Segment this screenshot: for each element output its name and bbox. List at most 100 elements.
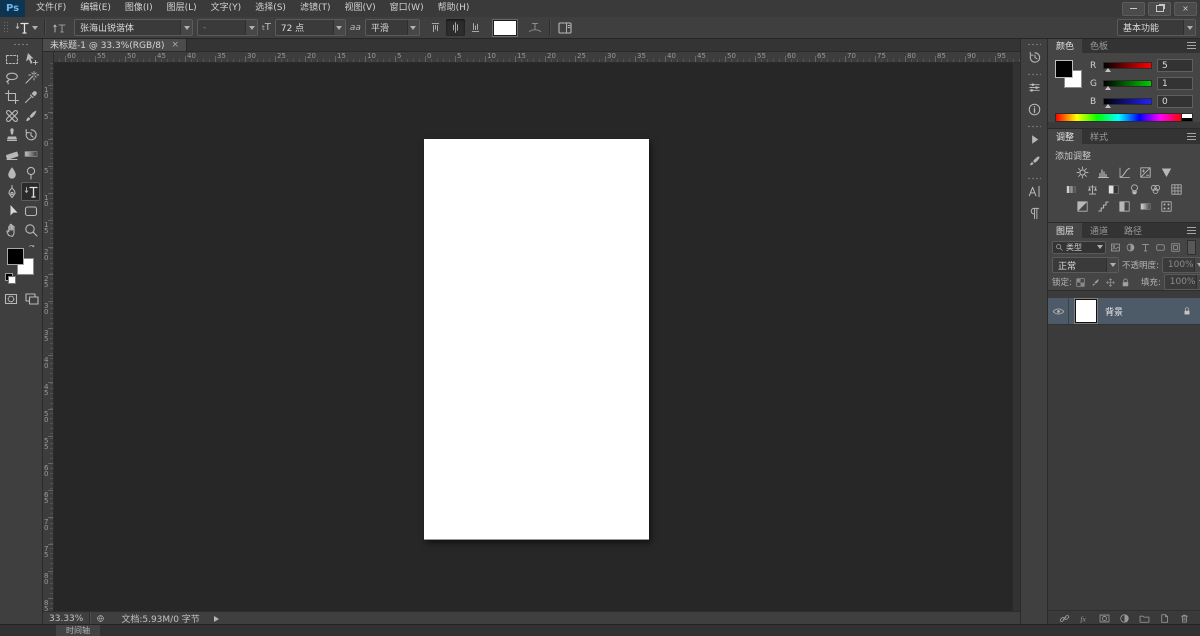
gradient-map-button[interactable]	[1138, 200, 1153, 213]
layers-panel-tab[interactable]: 路径	[1116, 223, 1150, 238]
channel-value-field[interactable]: 5	[1157, 59, 1193, 72]
menu-item[interactable]: 文字(Y)	[204, 0, 249, 17]
dropdown-button[interactable]	[1183, 20, 1195, 35]
black-white-button[interactable]	[1106, 183, 1121, 196]
dock-grip[interactable]	[1027, 73, 1041, 76]
lock-transparency-button[interactable]	[1075, 276, 1087, 288]
link-layers-button[interactable]	[1059, 613, 1070, 624]
layer-style-button[interactable]: fx	[1079, 613, 1090, 624]
minimize-button[interactable]	[1122, 1, 1145, 16]
selective-color-button[interactable]	[1159, 200, 1174, 213]
layers-panel-tab[interactable]: 通道	[1082, 223, 1116, 238]
lock-position-button[interactable]	[1105, 276, 1117, 288]
panel-menu-icon[interactable]	[1187, 133, 1196, 140]
channel-value-field[interactable]: 0	[1157, 95, 1193, 108]
channel-slider[interactable]	[1103, 98, 1152, 108]
align-bottom-button[interactable]	[466, 19, 485, 36]
new-adjustment-button[interactable]	[1119, 613, 1130, 624]
tools-panel-grip[interactable]	[13, 43, 29, 46]
color-panel-tab[interactable]: 色板	[1082, 38, 1116, 53]
layer-filter-type-select[interactable]: 类型	[1052, 240, 1106, 254]
opacity-select[interactable]: 100%	[1161, 257, 1200, 273]
menu-item[interactable]: 滤镜(T)	[293, 0, 338, 17]
type-tool[interactable]	[21, 182, 40, 201]
adjustments-panel-tab[interactable]: 样式	[1082, 129, 1116, 144]
lock-pixels-button[interactable]	[1090, 276, 1102, 288]
new-group-button[interactable]	[1139, 613, 1150, 624]
add-mask-button[interactable]	[1099, 613, 1110, 624]
color-panel-tab[interactable]: 颜色	[1048, 38, 1083, 53]
crop-tool[interactable]	[2, 87, 21, 106]
dock-grip[interactable]	[1027, 43, 1041, 46]
dodge-tool[interactable]	[21, 163, 40, 182]
filter-toggle-switch[interactable]	[1187, 239, 1196, 255]
color-balance-button[interactable]	[1085, 183, 1100, 196]
warp-text-button[interactable]	[525, 19, 545, 37]
horizontal-ruler[interactable]: 60 55 50 45 40 35 30 25 20 15 10 5 0 5 10 15 20 25 30 35 40 4…	[54, 52, 1020, 63]
layer-name[interactable]: 背景	[1105, 305, 1123, 318]
kind-pixel-icon[interactable]	[1109, 241, 1122, 254]
swap-colors-icon[interactable]	[27, 243, 38, 254]
align-center-button[interactable]	[445, 19, 465, 36]
menu-item[interactable]: 文件(F)	[29, 0, 73, 17]
eyedropper-tool[interactable]	[21, 87, 40, 106]
history-brush-tool[interactable]	[21, 125, 40, 144]
clone-stamp-tool[interactable]	[2, 125, 21, 144]
invert-button[interactable]	[1075, 200, 1090, 213]
blend-mode-select[interactable]: 正常	[1052, 257, 1119, 273]
properties-panel-button[interactable]	[1024, 79, 1044, 99]
fill-select[interactable]: 100%	[1163, 274, 1200, 290]
photo-filter-button[interactable]	[1127, 183, 1142, 196]
kind-type-icon[interactable]	[1139, 241, 1152, 254]
history-panel-button[interactable]	[1024, 49, 1044, 69]
actions-panel-button[interactable]	[1024, 131, 1044, 151]
channel-mixer-button[interactable]	[1148, 183, 1163, 196]
healing-brush-tool[interactable]	[2, 106, 21, 125]
delete-layer-button[interactable]	[1179, 613, 1190, 624]
kind-smartobject-icon[interactable]	[1169, 241, 1182, 254]
menu-item[interactable]: 视图(V)	[337, 0, 382, 17]
quick-mask-button[interactable]	[1, 289, 20, 308]
color-lookup-button[interactable]	[1169, 183, 1184, 196]
tool-presets-panel-button[interactable]	[1024, 153, 1044, 173]
dropdown-button[interactable]	[406, 20, 419, 35]
anti-alias-select[interactable]: 平滑	[364, 19, 420, 36]
layer-row[interactable]: 背景	[1048, 298, 1200, 325]
panel-menu-icon[interactable]	[1187, 42, 1196, 49]
channel-value-field[interactable]: 1	[1157, 77, 1193, 90]
channel-slider[interactable]	[1103, 80, 1152, 90]
threshold-button[interactable]	[1117, 200, 1132, 213]
font-style-select[interactable]: -	[197, 19, 258, 36]
toggle-text-orientation-button[interactable]	[50, 19, 70, 37]
menu-item[interactable]: 帮助(H)	[431, 0, 477, 17]
kind-adjustment-icon[interactable]	[1124, 241, 1137, 254]
hand-tool[interactable]	[2, 220, 21, 239]
slider-thumb-icon[interactable]	[1104, 68, 1111, 72]
vertical-ruler[interactable]: 1 0 5 0 5 1 0 1 5 2 0 2 5 3 0 3 5 4 0 4 5 5 0 5 5 6 0 6…	[43, 63, 54, 611]
panel-menu-icon[interactable]	[1187, 227, 1196, 234]
curves-button[interactable]	[1117, 166, 1132, 179]
lasso-tool[interactable]	[2, 68, 21, 87]
document-tab-close-icon[interactable]: ×	[171, 40, 179, 50]
document-canvas[interactable]	[424, 139, 649, 540]
timeline-panel-tab[interactable]: 时间轴	[56, 625, 100, 636]
spectrum-bw-swatches[interactable]	[1182, 113, 1193, 122]
paragraph-panel-button[interactable]	[1024, 205, 1044, 225]
screen-mode-button[interactable]	[22, 289, 41, 308]
move-tool[interactable]	[21, 49, 40, 68]
eraser-tool[interactable]	[2, 144, 21, 163]
path-selection-tool[interactable]	[2, 201, 21, 220]
dropdown-button[interactable]	[1195, 275, 1200, 289]
kind-shape-icon[interactable]	[1154, 241, 1167, 254]
visibility-toggle[interactable]	[1048, 298, 1069, 324]
new-layer-button[interactable]	[1159, 613, 1170, 624]
info-panel-button[interactable]	[1024, 101, 1044, 121]
dropdown-button[interactable]	[180, 20, 192, 35]
restore-button[interactable]	[1148, 1, 1171, 16]
options-bar-grip[interactable]	[3, 21, 8, 34]
dropdown-button[interactable]	[1193, 258, 1200, 272]
vertical-scrollbar[interactable]	[1012, 63, 1020, 611]
slider-thumb-icon[interactable]	[1104, 104, 1111, 108]
toggle-panels-button[interactable]	[555, 19, 575, 37]
workspace-switcher[interactable]: 基本功能	[1117, 19, 1196, 36]
